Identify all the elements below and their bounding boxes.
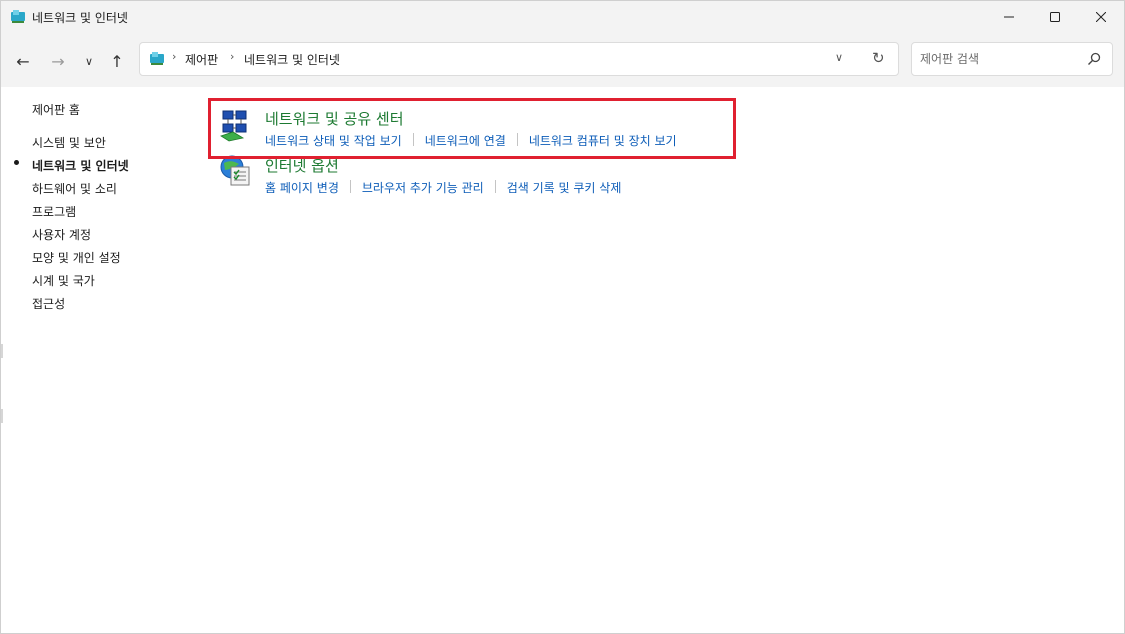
refresh-icon[interactable]: ↻ bbox=[872, 49, 885, 67]
sidebar-item-hardware-sound[interactable]: 하드웨어 및 소리 bbox=[32, 180, 117, 197]
breadcrumb-separator[interactable]: › bbox=[172, 50, 176, 63]
arrow-right-icon: → bbox=[51, 51, 65, 71]
sidebar-item-clock-region[interactable]: 시계 및 국가 bbox=[32, 272, 95, 289]
sidebar-item-accessibility[interactable]: 접근성 bbox=[32, 295, 65, 312]
arrow-left-icon: ← bbox=[16, 51, 30, 71]
minimize-button[interactable] bbox=[986, 1, 1032, 33]
title-bar: 네트워크 및 인터넷 bbox=[1, 1, 1124, 33]
breadcrumb-separator[interactable]: › bbox=[230, 50, 234, 63]
breadcrumb-control-panel[interactable]: 제어판 bbox=[185, 51, 218, 68]
search-input[interactable] bbox=[920, 50, 1080, 68]
control-panel-icon bbox=[150, 52, 164, 65]
address-dropdown-icon[interactable]: ∨ bbox=[835, 51, 843, 64]
internet-options-icon[interactable] bbox=[219, 155, 253, 189]
maximize-icon bbox=[1050, 12, 1060, 22]
search-box[interactable] bbox=[911, 42, 1113, 76]
control-panel-icon bbox=[11, 10, 25, 23]
back-button[interactable]: ← bbox=[11, 49, 35, 73]
breadcrumb-network-internet[interactable]: 네트워크 및 인터넷 bbox=[244, 51, 340, 68]
navigation-bar: ← → ∨ ↑ › 제어판 › 네트워크 및 인터넷 ∨ ↻ bbox=[1, 33, 1124, 87]
close-button[interactable] bbox=[1078, 1, 1124, 33]
sidebar-item-control-panel-home[interactable]: 제어판 홈 bbox=[32, 101, 80, 118]
highlight-box bbox=[208, 98, 736, 159]
delete-browsing-history-link[interactable]: 검색 기록 및 쿠키 삭제 bbox=[507, 179, 622, 196]
manage-browser-addons-link[interactable]: 브라우저 추가 기능 관리 bbox=[362, 179, 484, 196]
close-icon bbox=[1096, 12, 1106, 22]
window-edge-mark bbox=[1, 344, 3, 358]
control-panel-window: 네트워크 및 인터넷 ← → ∨ ↑ › 제어판 › 네트워크 및 인터넷 ∨ … bbox=[0, 0, 1125, 634]
link-divider bbox=[494, 180, 496, 193]
address-bar[interactable]: › 제어판 › 네트워크 및 인터넷 ∨ ↻ bbox=[139, 42, 899, 76]
window-edge-mark bbox=[1, 409, 3, 423]
sidebar-item-user-accounts[interactable]: 사용자 계정 bbox=[32, 226, 91, 243]
search-icon[interactable] bbox=[1086, 51, 1102, 67]
link-divider bbox=[349, 180, 351, 193]
sidebar-item-network-internet[interactable]: 네트워크 및 인터넷 bbox=[32, 157, 129, 174]
active-bullet-icon bbox=[14, 160, 19, 165]
forward-button[interactable]: → bbox=[46, 49, 70, 73]
change-home-page-link[interactable]: 홈 페이지 변경 bbox=[265, 179, 339, 196]
window-title: 네트워크 및 인터넷 bbox=[32, 11, 128, 25]
up-button[interactable]: ↑ bbox=[105, 49, 129, 73]
sidebar-item-programs[interactable]: 프로그램 bbox=[32, 203, 76, 220]
chevron-down-icon: ∨ bbox=[84, 54, 94, 68]
maximize-button[interactable] bbox=[1032, 1, 1078, 33]
minimize-icon bbox=[1004, 16, 1014, 18]
sidebar-item-appearance[interactable]: 모양 및 개인 설정 bbox=[32, 249, 121, 266]
internet-options-tasks: 홈 페이지 변경 브라우저 추가 기능 관리 검색 기록 및 쿠키 삭제 bbox=[265, 179, 621, 196]
sidebar-item-system-security[interactable]: 시스템 및 보안 bbox=[32, 134, 106, 151]
arrow-up-icon: ↑ bbox=[110, 51, 124, 71]
recent-locations-button[interactable]: ∨ bbox=[77, 49, 101, 73]
